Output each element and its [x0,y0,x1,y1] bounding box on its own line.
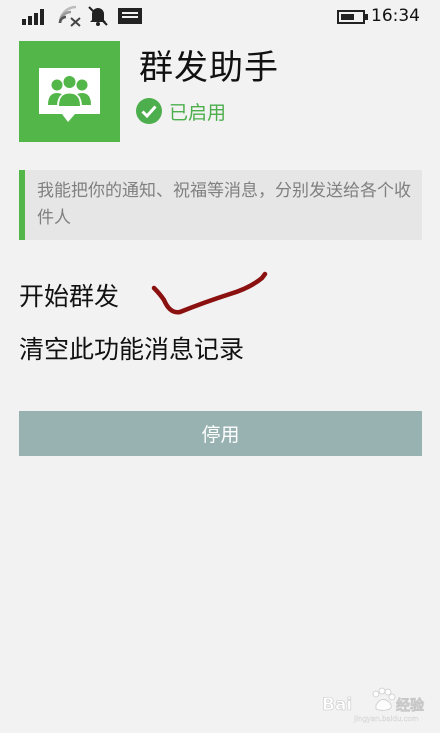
wifi-icon [58,5,81,27]
signal-icon [22,9,44,25]
disable-button[interactable]: 停用 [19,411,422,456]
status-time: 16:34 [371,6,420,26]
baidu-jingyan-watermark-icon: Bai 经验 jingyan.baidu.com [322,687,425,723]
notification-off-icon [88,6,108,26]
group-chat-icon [39,68,100,122]
svg-text:Bai: Bai [322,695,352,715]
start-broadcast-link[interactable]: 开始群发 [19,277,119,313]
check-circle-icon [136,98,162,124]
page-title: 群发助手 [139,48,279,88]
description-box: 我能把你的通知、祝福等消息，分别发送给各个收件人 [19,170,422,240]
message-icon [118,8,142,24]
battery-icon [337,10,368,24]
handwritten-check-annotation [151,271,268,315]
app-icon [19,41,120,142]
status-text: 已启用 [169,101,227,124]
clear-history-link[interactable]: 清空此功能消息记录 [19,330,244,366]
svg-text:jingyan.baidu.com: jingyan.baidu.com [353,715,419,723]
svg-text:经验: 经验 [396,697,425,714]
enabled-status: 已启用 [135,96,226,126]
status-bar: 16:34 [0,0,440,34]
